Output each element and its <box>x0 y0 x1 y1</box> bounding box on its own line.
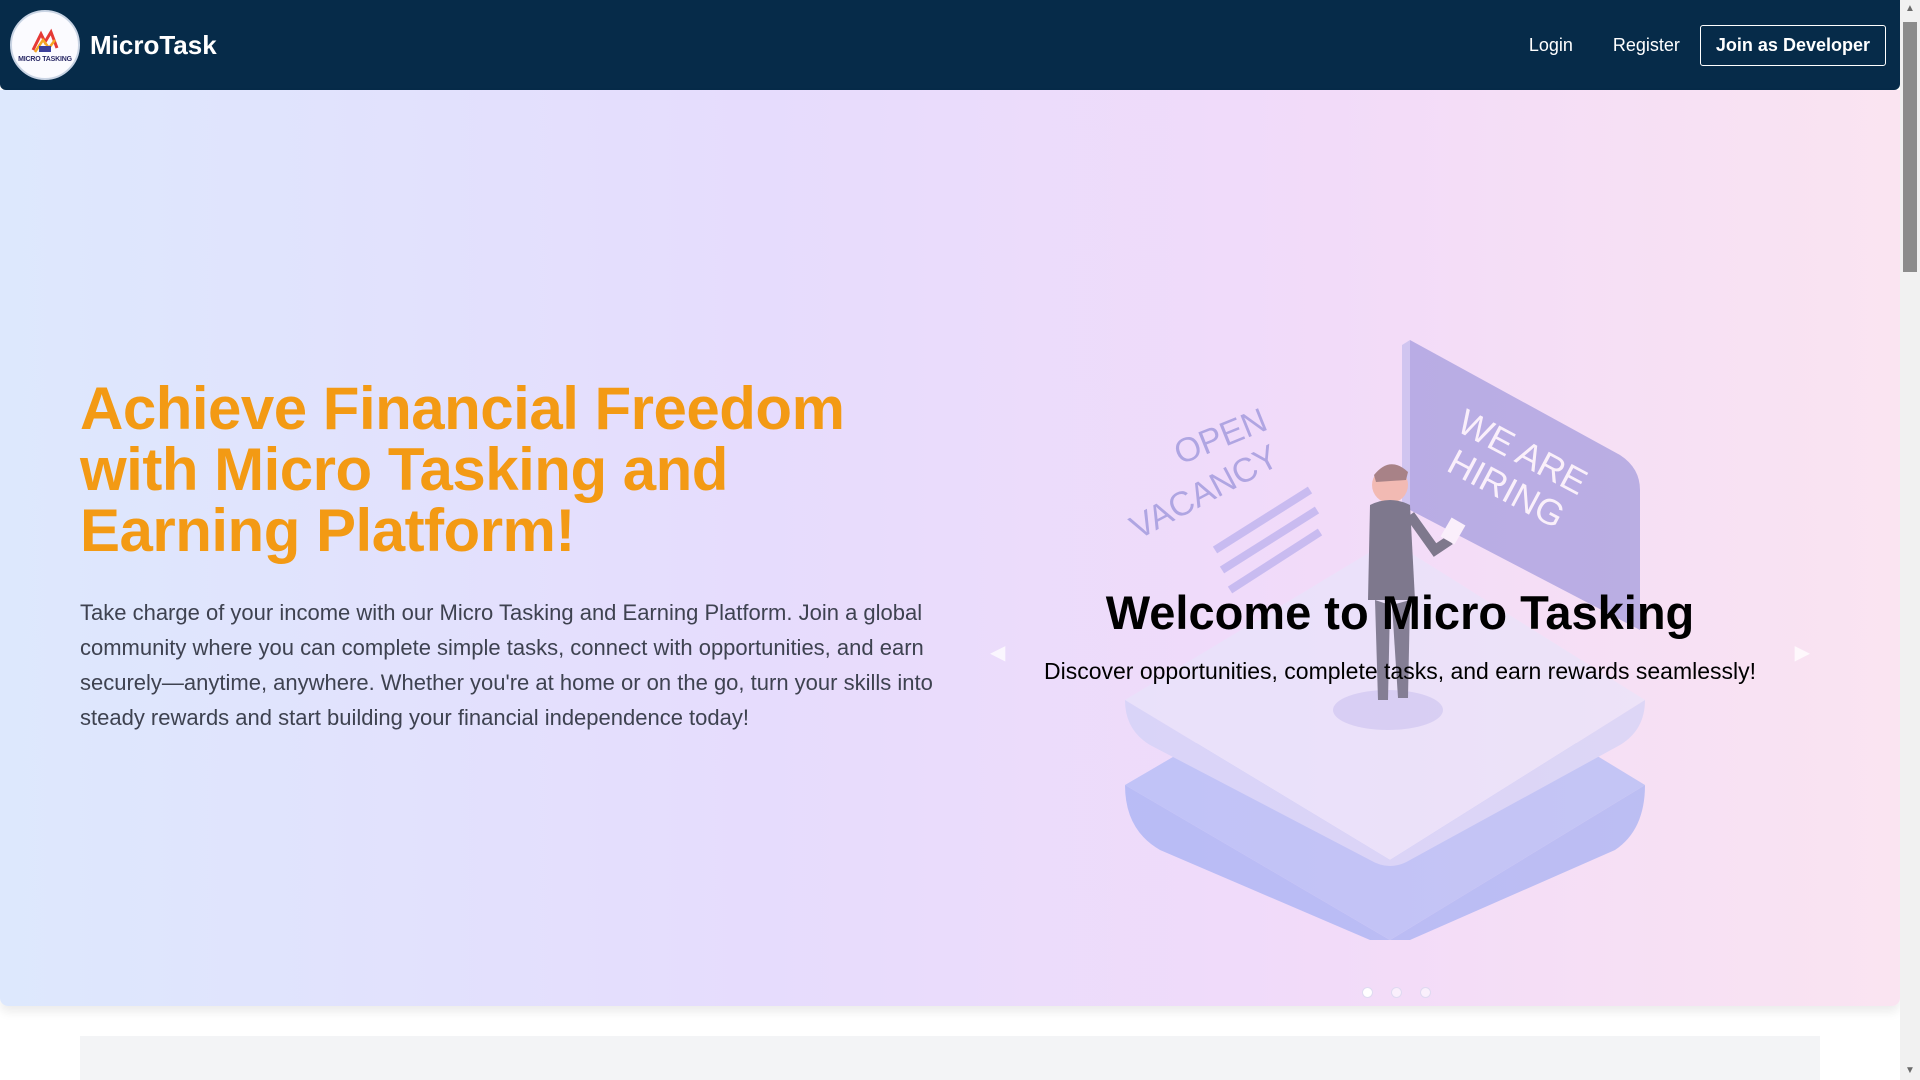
hero-description: Take charge of your income with our Micr… <box>80 600 933 730</box>
page-scrollbar[interactable]: ▲ ▼ <box>1900 0 1920 1080</box>
login-link[interactable]: Login <box>1509 35 1593 56</box>
join-developer-button[interactable]: Join as Developer <box>1699 24 1886 66</box>
brand-name[interactable]: MicroTask <box>90 30 217 61</box>
carousel-indicators <box>1362 987 1431 998</box>
logo-mark-icon <box>31 28 59 53</box>
carousel-caption: Welcome to Micro Tasking Discover opport… <box>990 585 1810 685</box>
logo-text: MICRO TASKING <box>18 55 72 63</box>
page: MICRO TASKING MicroTask Login Register J… <box>0 0 1900 1080</box>
hero-section: Achieve Financial Freedom with Micro Tas… <box>0 90 1900 1006</box>
hero-carousel: WE ARE HIRING OPEN VACANCY ◀ ▶ Welcome t… <box>990 240 1810 998</box>
carousel-title: Welcome to Micro Tasking <box>1105 586 1695 639</box>
hero-text-block: Achieve Financial Freedom with Micro Tas… <box>80 378 940 735</box>
scroll-thumb[interactable] <box>1903 22 1917 272</box>
hero-title: Achieve Financial Freedom with Micro Tas… <box>80 375 845 564</box>
scroll-down-icon[interactable]: ▼ <box>1900 1062 1920 1080</box>
carousel-subtitle: Discover opportunities, complete tasks, … <box>1043 658 1757 684</box>
navbar: MICRO TASKING MicroTask Login Register J… <box>0 0 1900 90</box>
register-link[interactable]: Register <box>1593 35 1700 56</box>
carousel-indicator-3[interactable] <box>1420 987 1431 998</box>
carousel-indicator-2[interactable] <box>1391 987 1402 998</box>
carousel-indicator-1[interactable] <box>1362 987 1373 998</box>
next-section <box>80 1036 1820 1080</box>
nav-links: Login Register Join as Developer <box>1509 24 1886 66</box>
logo[interactable]: MICRO TASKING <box>10 10 80 80</box>
scroll-up-icon[interactable]: ▲ <box>1900 0 1920 18</box>
